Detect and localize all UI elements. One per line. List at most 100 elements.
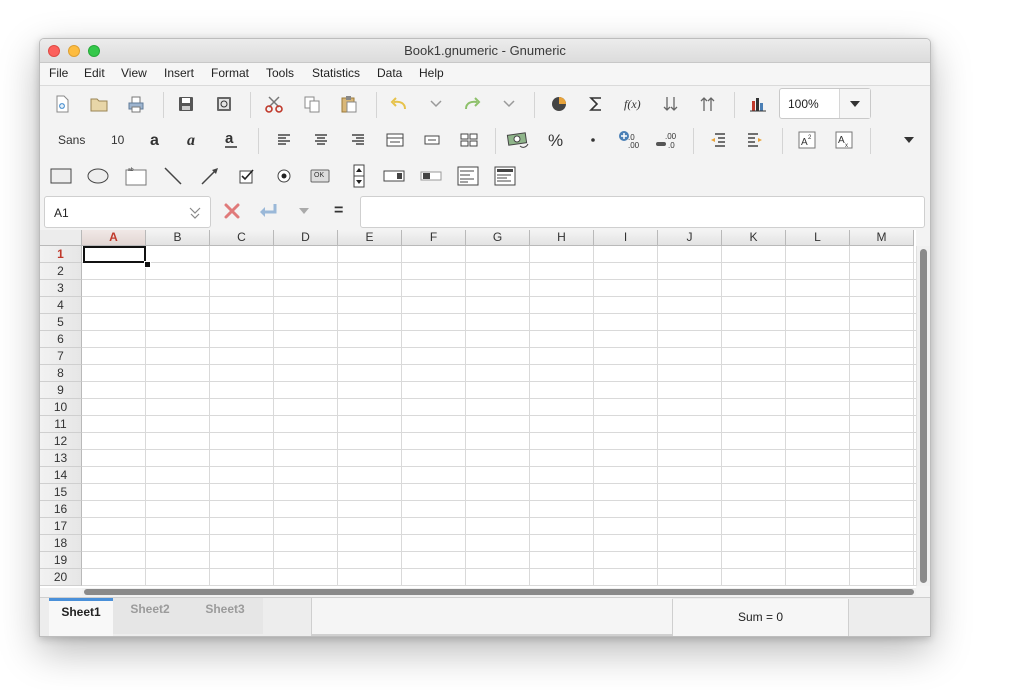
split-cells-icon[interactable] — [457, 128, 481, 152]
menu-edit[interactable]: Edit — [84, 66, 105, 80]
fill-handle[interactable] — [144, 261, 151, 268]
frame-widget-icon[interactable] — [493, 164, 517, 188]
row-header[interactable]: 8 — [40, 365, 82, 382]
horizontal-scrollbar[interactable] — [82, 588, 916, 596]
cut-icon[interactable] — [262, 92, 286, 116]
open-file-icon[interactable] — [87, 92, 111, 116]
function-fx-icon[interactable]: f(x) — [622, 92, 646, 116]
increase-decimals-icon[interactable]: .0.00 — [618, 128, 642, 152]
column-header[interactable]: M — [850, 230, 914, 246]
column-header[interactable]: L — [786, 230, 850, 246]
redo-history-chevron-down-icon[interactable] — [497, 92, 521, 116]
column-header[interactable]: C — [210, 230, 274, 246]
arrow-tool-icon[interactable] — [198, 164, 222, 188]
button-widget-icon[interactable]: OK — [308, 164, 332, 188]
radio-button-widget-icon[interactable] — [272, 164, 296, 188]
menu-tools[interactable]: Tools — [266, 66, 294, 80]
accept-dropdown-chevron-down-icon[interactable] — [292, 199, 316, 223]
cell-reference-box[interactable]: A1 — [44, 196, 211, 228]
row-header[interactable]: 12 — [40, 433, 82, 450]
copy-icon[interactable] — [300, 92, 324, 116]
tab-sheet1[interactable]: Sheet1 — [49, 598, 113, 636]
column-header[interactable]: I — [594, 230, 658, 246]
column-header[interactable]: A — [82, 230, 146, 246]
chart-icon[interactable] — [746, 92, 770, 116]
menu-insert[interactable]: Insert — [164, 66, 194, 80]
formula-equals-button[interactable]: = — [334, 202, 343, 220]
horizontal-scrollbar-thumb[interactable] — [84, 589, 914, 595]
combo-box-widget-icon[interactable] — [382, 164, 406, 188]
spin-button-widget-icon[interactable] — [347, 164, 371, 188]
row-header[interactable]: 2 — [40, 263, 82, 280]
bold-icon[interactable]: a — [146, 128, 170, 152]
thousands-separator-icon[interactable] — [581, 128, 605, 152]
row-header[interactable]: 19 — [40, 552, 82, 569]
vertical-scrollbar[interactable] — [916, 246, 930, 586]
accept-edit-icon[interactable] — [256, 199, 280, 223]
undo-icon[interactable] — [387, 92, 411, 116]
row-header[interactable]: 1 — [40, 246, 82, 263]
center-across-selection-icon[interactable] — [420, 128, 444, 152]
row-header[interactable]: 4 — [40, 297, 82, 314]
column-header[interactable]: J — [658, 230, 722, 246]
undo-history-chevron-down-icon[interactable] — [424, 92, 448, 116]
merge-cells-icon[interactable] — [383, 128, 407, 152]
zoom-dropdown-chevron-down-icon[interactable] — [839, 89, 870, 118]
row-header[interactable]: 18 — [40, 535, 82, 552]
row-header[interactable]: 13 — [40, 450, 82, 467]
redo-icon[interactable] — [460, 92, 484, 116]
list-widget-icon[interactable] — [456, 164, 480, 188]
column-header[interactable]: B — [146, 230, 210, 246]
row-header[interactable]: 11 — [40, 416, 82, 433]
save-icon[interactable] — [174, 92, 198, 116]
menu-view[interactable]: View — [121, 66, 147, 80]
spreadsheet-grid[interactable]: A B C D E F G H I J K L M 1 2 3 4 5 6 7 … — [40, 230, 916, 588]
align-right-icon[interactable] — [346, 128, 370, 152]
row-header[interactable]: 3 — [40, 280, 82, 297]
menu-file[interactable]: File — [49, 66, 68, 80]
scrollbar-widget-icon[interactable] — [419, 164, 443, 188]
decrease-indent-icon[interactable] — [706, 128, 730, 152]
tab-sheet3[interactable]: Sheet3 — [187, 598, 263, 634]
toolbar-overflow-chevron-down-icon[interactable] — [897, 128, 921, 152]
column-header[interactable]: G — [466, 230, 530, 246]
row-header[interactable]: 9 — [40, 382, 82, 399]
insert-chart-globe-icon[interactable] — [547, 92, 571, 116]
row-header[interactable]: 6 — [40, 331, 82, 348]
ellipse-tool-icon[interactable] — [86, 164, 110, 188]
paste-icon[interactable] — [337, 92, 361, 116]
autosum-sigma-icon[interactable] — [584, 92, 608, 116]
column-header[interactable]: E — [338, 230, 402, 246]
column-header[interactable]: H — [530, 230, 594, 246]
vertical-scrollbar-thumb[interactable] — [920, 249, 927, 583]
menu-data[interactable]: Data — [377, 66, 402, 80]
row-header[interactable]: 20 — [40, 569, 82, 586]
decrease-decimals-icon[interactable]: .00.0 — [655, 128, 679, 152]
row-header[interactable]: 5 — [40, 314, 82, 331]
menu-format[interactable]: Format — [211, 66, 249, 80]
tab-sheet2[interactable]: Sheet2 — [113, 598, 187, 634]
align-left-icon[interactable] — [272, 128, 296, 152]
underline-icon[interactable]: a — [220, 128, 244, 152]
select-all-corner[interactable] — [40, 230, 82, 246]
zoom-value[interactable]: 100% — [788, 97, 819, 111]
subscript-icon[interactable]: Ax — [832, 128, 856, 152]
menu-statistics[interactable]: Statistics — [312, 66, 360, 80]
name-box-dropdown-icon[interactable] — [188, 205, 202, 221]
print-preview-icon[interactable] — [212, 92, 236, 116]
cell-reference-value[interactable]: A1 — [54, 206, 69, 220]
percent-format-icon[interactable]: % — [544, 128, 568, 152]
print-icon[interactable] — [124, 92, 148, 116]
sort-descending-icon[interactable] — [659, 92, 683, 116]
cell-area[interactable] — [82, 246, 916, 586]
sort-ascending-icon[interactable] — [696, 92, 720, 116]
label-tool-icon[interactable]: ab — [124, 164, 148, 188]
row-header[interactable]: 14 — [40, 467, 82, 484]
active-cell-cursor[interactable] — [83, 246, 146, 263]
row-header[interactable]: 10 — [40, 399, 82, 416]
line-tool-icon[interactable] — [161, 164, 185, 188]
zoom-combo[interactable]: 100% — [779, 88, 871, 119]
italic-icon[interactable]: a — [183, 128, 207, 152]
font-name-selector[interactable]: Sans — [58, 133, 85, 147]
new-file-icon[interactable] — [50, 92, 74, 116]
